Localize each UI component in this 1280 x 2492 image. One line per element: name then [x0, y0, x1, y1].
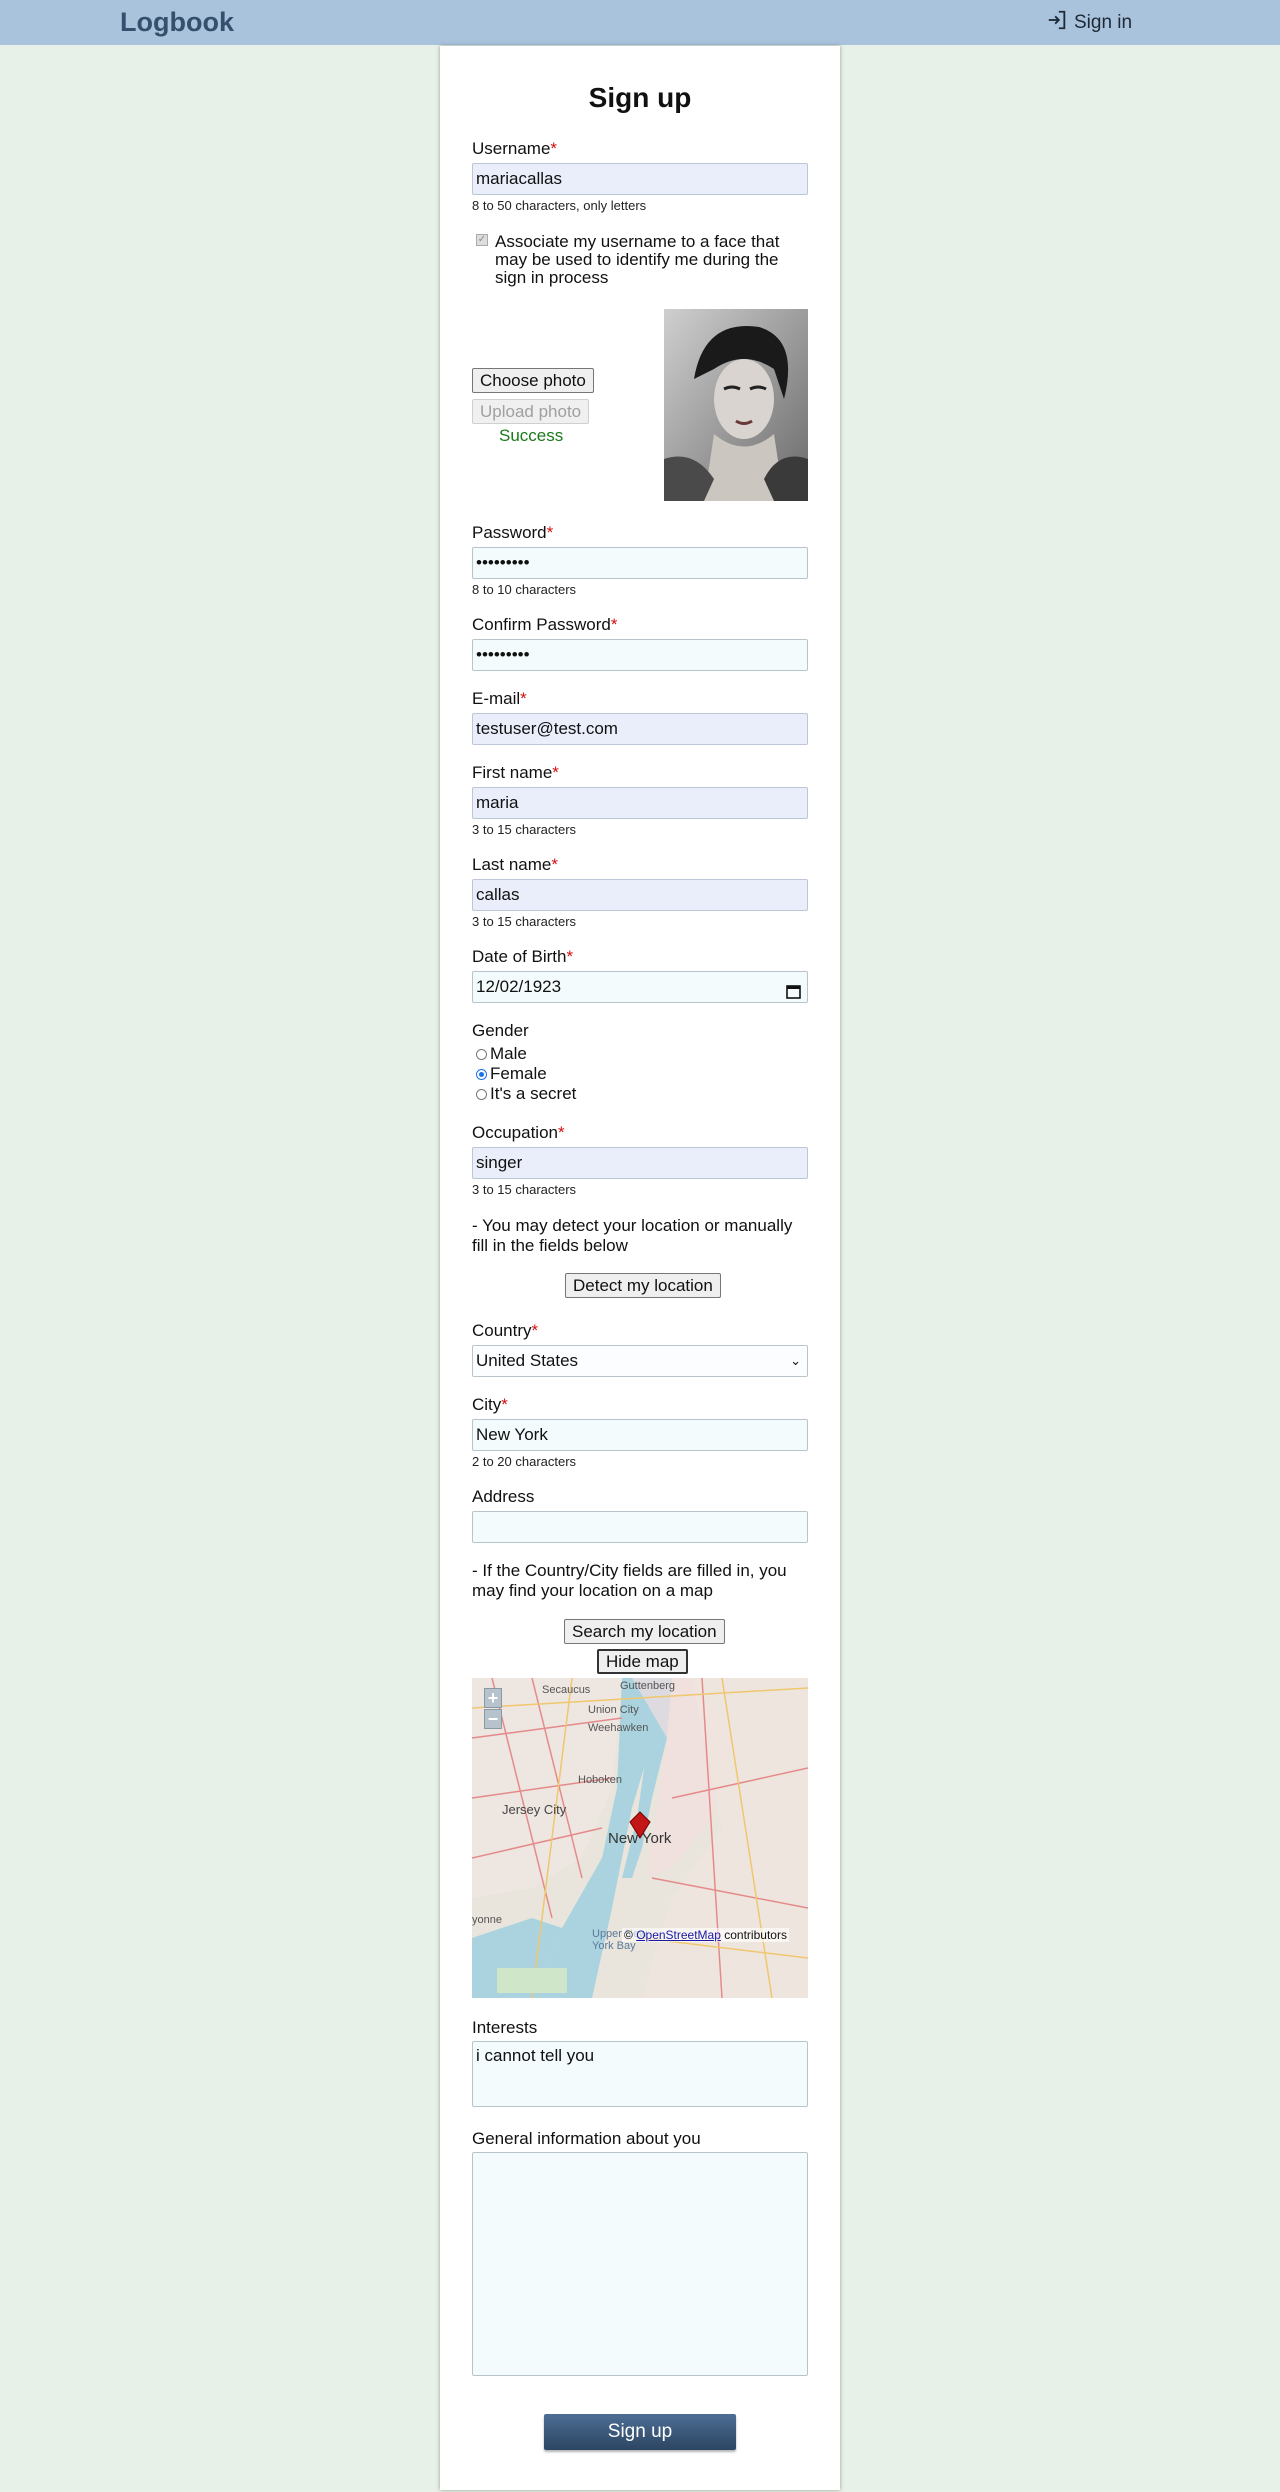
first-name-hint: 3 to 15 characters	[472, 822, 577, 837]
map-label-hoboken: Hoboken	[578, 1774, 623, 1786]
map-label-bayonne: yonne	[472, 1914, 502, 1926]
gender-option-female[interactable]: Female	[476, 1064, 547, 1084]
map-label-jersey-city: Jersey City	[502, 1802, 567, 1817]
search-location-button[interactable]: Search my location	[564, 1619, 725, 1644]
password-label: Password*	[472, 523, 554, 542]
username-input[interactable]: mariacallas	[472, 163, 808, 195]
interests-label: Interests	[472, 2018, 538, 2037]
gender-option-male[interactable]: Male	[476, 1044, 527, 1064]
dob-label: Date of Birth*	[472, 947, 574, 966]
dob-value: 12/02/1923	[476, 977, 562, 996]
location-marker-icon[interactable]	[629, 1811, 651, 1844]
interests-textarea[interactable]: i cannot tell you	[472, 2041, 808, 2107]
country-select[interactable]: United States ⌄	[472, 1345, 808, 1377]
calendar-icon[interactable]	[786, 979, 801, 1009]
last-name-input[interactable]: callas	[472, 879, 808, 911]
location-map[interactable]: Guttenberg Secaucus Union City Weehawken…	[472, 1678, 808, 1998]
location-info-text: - You may detect your location or manual…	[472, 1216, 793, 1255]
general-info-textarea[interactable]	[472, 2152, 808, 2376]
map-info-text: - If the Country/City fields are filled …	[472, 1561, 787, 1600]
address-label: Address	[472, 1487, 535, 1506]
occupation-hint: 3 to 15 characters	[472, 1182, 577, 1197]
occupation-input[interactable]: singer	[472, 1147, 808, 1179]
gender-option-secret[interactable]: It's a secret	[476, 1084, 576, 1104]
email-input[interactable]: testuser@test.com	[472, 713, 808, 745]
first-name-label: First name*	[472, 763, 559, 782]
password-hint: 8 to 10 characters	[472, 582, 577, 597]
signup-submit-button[interactable]: Sign up	[544, 2414, 736, 2450]
password-input[interactable]: •••••••••	[472, 547, 808, 579]
face-association-checkbox[interactable]: ✓	[476, 234, 488, 246]
last-name-label: Last name*	[472, 855, 559, 874]
page-title: Sign up	[588, 82, 692, 113]
profile-photo	[664, 309, 808, 501]
first-name-input[interactable]: maria	[472, 787, 808, 819]
secret-radio[interactable]	[476, 1088, 487, 1100]
map-label-union-city: Union City	[588, 1704, 639, 1716]
map-label-weehawken: Weehawken	[588, 1722, 649, 1734]
address-input[interactable]	[472, 1511, 808, 1543]
email-label: E-mail*	[472, 689, 527, 708]
occupation-label: Occupation*	[472, 1123, 565, 1142]
top-navigation-bar: Logbook Sign in	[0, 0, 1280, 45]
gender-label: Gender	[472, 1021, 529, 1040]
map-label-secaucus: Secaucus	[542, 1684, 591, 1696]
general-info-label: General information about you	[472, 2129, 701, 2148]
female-radio[interactable]	[476, 1068, 487, 1080]
face-association-label: Associate my username to a face that may…	[495, 232, 780, 287]
detect-location-button[interactable]: Detect my location	[565, 1273, 721, 1298]
confirm-password-label: Confirm Password*	[472, 615, 618, 634]
choose-photo-button[interactable]: Choose photo	[472, 368, 594, 393]
zoom-in-button[interactable]: +	[484, 1688, 502, 1708]
zoom-out-button[interactable]: −	[484, 1709, 502, 1729]
map-attribution: © OpenStreetMap contributors	[622, 1928, 789, 1942]
hide-map-button[interactable]: Hide map	[597, 1649, 688, 1674]
city-label: City*	[472, 1395, 508, 1414]
male-radio[interactable]	[476, 1048, 487, 1060]
upload-photo-button[interactable]: Upload photo	[472, 399, 590, 424]
city-hint: 2 to 20 characters	[472, 1454, 577, 1469]
signup-form-card: Sign up Username* mariacallas 8 to 50 ch…	[440, 46, 840, 2490]
sign-in-icon	[1046, 9, 1068, 37]
last-name-hint: 3 to 15 characters	[472, 914, 577, 929]
map-label-guttenberg: Guttenberg	[620, 1680, 676, 1692]
upload-status: Success	[499, 426, 564, 445]
username-hint: 8 to 50 characters, only letters	[472, 198, 647, 213]
country-value: United States	[476, 1351, 579, 1370]
openstreetmap-link[interactable]: OpenStreetMap	[636, 1928, 721, 1942]
brand-logo[interactable]: Logbook	[120, 7, 234, 38]
city-input[interactable]: New York	[472, 1419, 808, 1451]
confirm-password-input[interactable]: •••••••••	[472, 639, 808, 671]
username-label: Username*	[472, 139, 558, 158]
chevron-down-icon: ⌄	[790, 1353, 801, 1368]
country-label: Country*	[472, 1321, 539, 1340]
sign-in-link[interactable]: Sign in	[1046, 10, 1132, 36]
sign-in-label: Sign in	[1074, 12, 1133, 33]
dob-input[interactable]: 12/02/1923	[472, 971, 808, 1003]
